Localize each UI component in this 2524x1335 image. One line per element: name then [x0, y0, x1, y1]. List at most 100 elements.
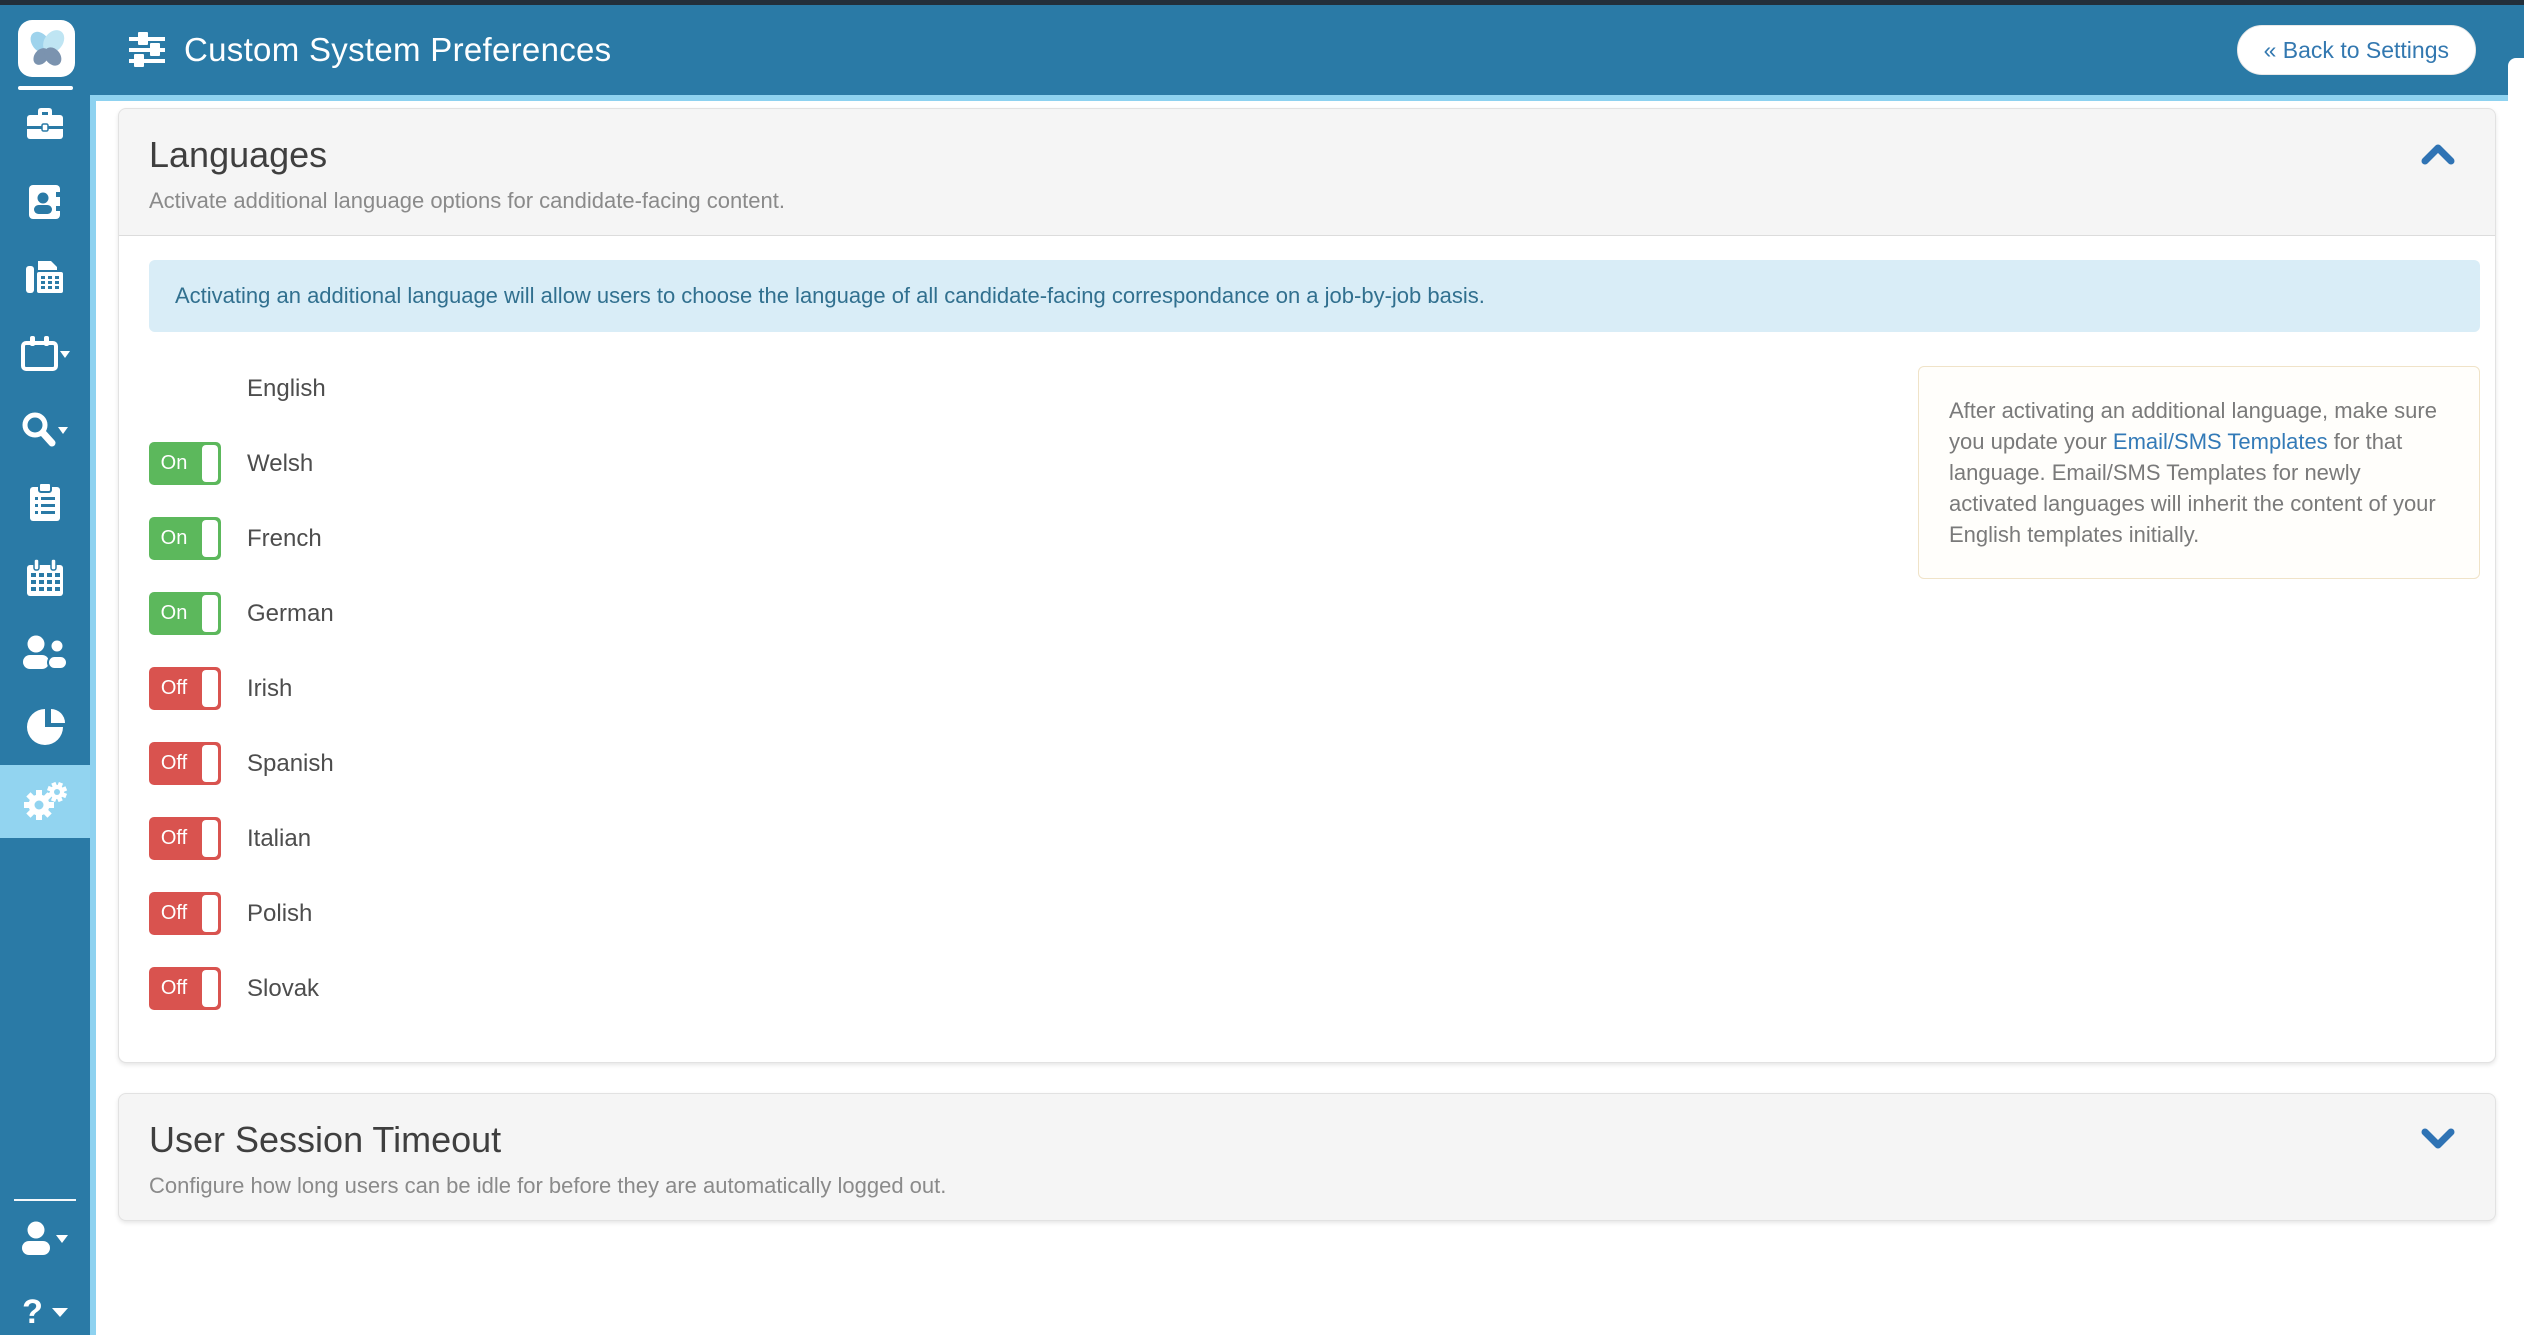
toggle-state-label: On — [149, 442, 199, 485]
toggle-polish[interactable]: Off — [149, 892, 221, 935]
language-label: Irish — [247, 675, 292, 703]
language-label: Spanish — [247, 750, 334, 778]
session-timeout-subtitle: Configure how long users can be idle for… — [149, 1173, 2465, 1199]
language-label: Slovak — [247, 975, 319, 1003]
page-title: Custom System Preferences — [184, 31, 611, 69]
session-timeout-panel: User Session Timeout Configure how long … — [118, 1093, 2496, 1221]
chevron-down-icon — [52, 1308, 68, 1317]
sliders-icon — [128, 32, 166, 68]
toggle-irish[interactable]: Off — [149, 667, 221, 710]
app-header: Custom System Preferences « Back to Sett… — [0, 5, 2524, 95]
sidebar-item-help[interactable]: ? — [0, 1282, 90, 1335]
custom-system-preferences-page: Custom System Preferences « Back to Sett… — [0, 0, 2524, 1335]
language-row: Off Italian — [149, 817, 2480, 860]
sidebar-item-reports[interactable] — [0, 697, 90, 757]
toggle-knob — [202, 895, 218, 932]
languages-title: Languages — [149, 134, 2465, 176]
toggle-spanish[interactable]: Off — [149, 742, 221, 785]
language-row: Off Irish — [149, 667, 2480, 710]
back-to-settings-button[interactable]: « Back to Settings — [2237, 25, 2476, 75]
question-icon: ? — [22, 1293, 43, 1332]
briefcase-icon — [25, 107, 65, 143]
languages-panel-header: Languages Activate additional language o… — [119, 109, 2495, 235]
toggle-knob — [202, 445, 218, 482]
email-sms-templates-link[interactable]: Email/SMS Templates — [2113, 429, 2328, 454]
toggle-french[interactable]: On — [149, 517, 221, 560]
user-icon — [20, 1221, 70, 1255]
sidebar-item-account[interactable] — [0, 1208, 90, 1268]
language-label: Polish — [247, 900, 312, 928]
toggle-slot — [149, 367, 221, 410]
toggle-welsh[interactable]: On — [149, 442, 221, 485]
toggle-knob — [202, 670, 218, 707]
language-row: Off Polish — [149, 892, 2480, 935]
sidebar-item-calendar-grid[interactable] — [0, 548, 90, 608]
toggle-slot: Off — [149, 817, 221, 860]
language-label: French — [247, 525, 322, 553]
toggle-knob — [202, 820, 218, 857]
language-label: English — [247, 375, 326, 403]
chevron-down-icon — [2421, 1128, 2455, 1150]
pie-chart-icon — [23, 707, 67, 747]
toggle-slot: Off — [149, 892, 221, 935]
language-label: Italian — [247, 825, 311, 853]
scrollbar-track[interactable] — [2508, 58, 2524, 1335]
users-icon — [22, 635, 68, 669]
fax-icon — [24, 260, 66, 296]
toggle-slot: On — [149, 517, 221, 560]
main-content: Languages Activate additional language o… — [96, 101, 2508, 1221]
address-book-icon — [25, 183, 65, 221]
sidebar-item-calendar[interactable] — [0, 324, 90, 384]
butterfly-logo-icon — [27, 29, 67, 69]
sidebar-item-address-book[interactable] — [0, 172, 90, 232]
sidebar-item-search[interactable] — [0, 400, 90, 460]
toggle-slot: On — [149, 592, 221, 635]
templates-note-well: After activating an additional language,… — [1918, 366, 2480, 579]
search-icon — [20, 412, 70, 448]
session-timeout-panel-header: User Session Timeout Configure how long … — [119, 1094, 2495, 1220]
chevron-down-icon — [56, 1235, 68, 1243]
sidebar-item-briefcase[interactable] — [0, 95, 90, 155]
app-logo[interactable] — [18, 20, 75, 77]
languages-panel: Languages Activate additional language o… — [118, 108, 2496, 1063]
toggle-slot: Off — [149, 667, 221, 710]
clipboard-icon — [28, 483, 62, 523]
toggle-knob — [202, 520, 218, 557]
page-title-group: Custom System Preferences — [128, 5, 611, 95]
sidebar-item-users[interactable] — [0, 622, 90, 682]
toggle-state-label: Off — [149, 892, 199, 935]
toggle-state-label: Off — [149, 742, 199, 785]
languages-subtitle: Activate additional language options for… — [149, 188, 2465, 214]
logo-active-underline — [18, 86, 73, 90]
sidebar-item-clipboard[interactable] — [0, 473, 90, 533]
language-row: On German — [149, 592, 2480, 635]
language-label: German — [247, 600, 334, 628]
sidebar-divider — [14, 1199, 76, 1201]
toggle-knob — [202, 970, 218, 1007]
toggle-state-label: On — [149, 517, 199, 560]
toggle-state-label: On — [149, 592, 199, 635]
calendar-icon — [20, 336, 70, 372]
toggle-slot: On — [149, 442, 221, 485]
languages-info-alert: Activating an additional language will a… — [149, 260, 2480, 332]
collapse-languages-button[interactable] — [2417, 139, 2459, 172]
toggle-slot: Off — [149, 742, 221, 785]
toggle-italian[interactable]: Off — [149, 817, 221, 860]
expand-session-timeout-button[interactable] — [2417, 1124, 2459, 1157]
chevron-down-icon — [58, 427, 68, 434]
toggle-german[interactable]: On — [149, 592, 221, 635]
language-label: Welsh — [247, 450, 313, 478]
sidebar-item-settings-active[interactable] — [0, 765, 90, 838]
toggle-knob — [202, 745, 218, 782]
sidebar-item-fax[interactable] — [0, 248, 90, 308]
languages-panel-body: Activating an additional language will a… — [119, 235, 2495, 1062]
toggle-state-label: Off — [149, 667, 199, 710]
toggle-slot: Off — [149, 967, 221, 1010]
sidebar-nav: ? — [0, 95, 96, 1335]
language-row: Off Slovak — [149, 967, 2480, 1010]
gears-icon — [22, 781, 68, 823]
calendar-grid-icon — [25, 559, 65, 597]
language-row: Off Spanish — [149, 742, 2480, 785]
toggle-state-label: Off — [149, 967, 199, 1010]
toggle-slovak[interactable]: Off — [149, 967, 221, 1010]
